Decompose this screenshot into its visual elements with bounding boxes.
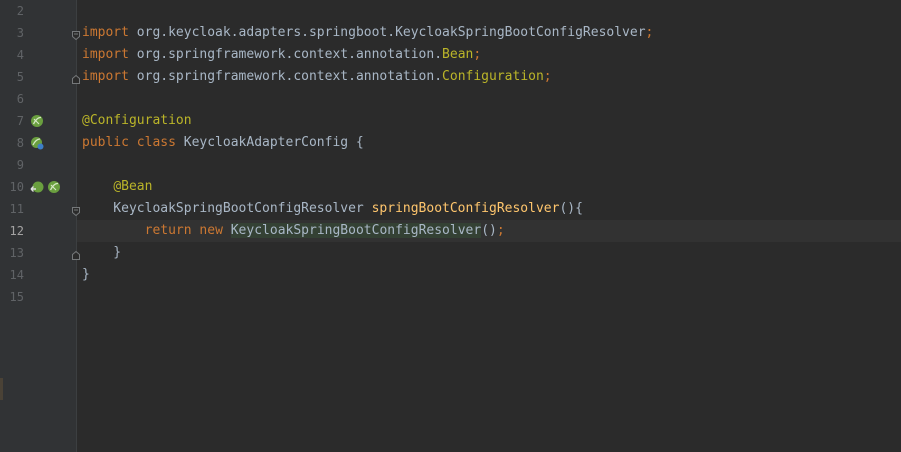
code-token: public class <box>82 135 176 150</box>
code-token: springBootConfigResolver <box>371 201 560 216</box>
code-token: ; <box>543 69 552 84</box>
spring-bean-icon[interactable] <box>47 180 61 194</box>
line-number: 9 <box>16 158 24 172</box>
line-number: 3 <box>16 26 24 40</box>
fold-end-icon[interactable] <box>72 249 80 260</box>
code-line[interactable]: return new KeycloakSpringBootConfigResol… <box>82 220 505 242</box>
fold-start-icon[interactable] <box>72 205 80 217</box>
code-token: Configuration <box>442 69 544 84</box>
line-number: 14 <box>9 268 24 282</box>
code-token: Bean <box>442 47 474 62</box>
fold-end-icon[interactable] <box>72 73 80 84</box>
spring-config-icon[interactable] <box>30 136 44 150</box>
code-token: import <box>82 69 129 84</box>
code-token: ; <box>645 25 654 40</box>
gutter-marker <box>0 378 3 400</box>
line-number: 11 <box>9 202 24 216</box>
line-number: 7 <box>16 114 24 128</box>
code-token: (){ <box>559 201 583 216</box>
code-token: KeycloakSpringBootConfigResolver <box>82 201 372 216</box>
line-number: 13 <box>9 246 24 260</box>
code-token: KeycloakAdapterConfig { <box>175 135 364 150</box>
line-number: 4 <box>16 48 24 62</box>
code-token: import <box>82 25 129 40</box>
code-line[interactable]: import org.keycloak.adapters.springboot.… <box>82 22 653 44</box>
code-line[interactable]: public class KeycloakAdapterConfig { <box>82 132 364 154</box>
code-line[interactable]: KeycloakSpringBootConfigResolver springB… <box>82 198 583 220</box>
code-token: org.springframework.context.annotation. <box>128 47 443 62</box>
code-token: org.keycloak.adapters.springboot.Keycloa… <box>128 25 646 40</box>
spring-bean-icon[interactable] <box>30 114 44 128</box>
line-number: 8 <box>16 136 24 150</box>
code-token: @Configuration <box>82 113 192 128</box>
code-line[interactable]: } <box>82 264 90 286</box>
code-token: () <box>481 223 497 238</box>
line-number: 12 <box>9 224 24 238</box>
code-token: ; <box>496 223 505 238</box>
code-line[interactable]: @Configuration <box>82 110 192 132</box>
code-token: return new <box>144 223 223 238</box>
code-token: @Bean <box>113 179 153 194</box>
fold-start-icon[interactable] <box>72 29 80 41</box>
code-token: import <box>82 47 129 62</box>
navigate-back-icon[interactable] <box>30 180 44 194</box>
line-number: 15 <box>9 290 24 304</box>
code-token: KeycloakSpringBootConfigResolver <box>230 223 482 238</box>
code-line[interactable]: @Bean <box>82 176 152 198</box>
code-token: } <box>82 267 90 282</box>
line-number: 5 <box>16 70 24 84</box>
code-token: } <box>82 245 122 260</box>
code-token: org.springframework.context.annotation. <box>128 69 443 84</box>
code-line[interactable]: } <box>82 242 121 264</box>
editor-gutter[interactable]: 2 3 4 5 6 7 8 9 10 11 12 13 14 15 <box>0 0 80 452</box>
code-token: ; <box>473 47 482 62</box>
line-number: 6 <box>16 92 24 106</box>
code-line[interactable]: import org.springframework.context.annot… <box>82 44 481 66</box>
line-number: 2 <box>16 4 24 18</box>
code-line[interactable]: import org.springframework.context.annot… <box>82 66 552 88</box>
line-number: 10 <box>9 180 24 194</box>
